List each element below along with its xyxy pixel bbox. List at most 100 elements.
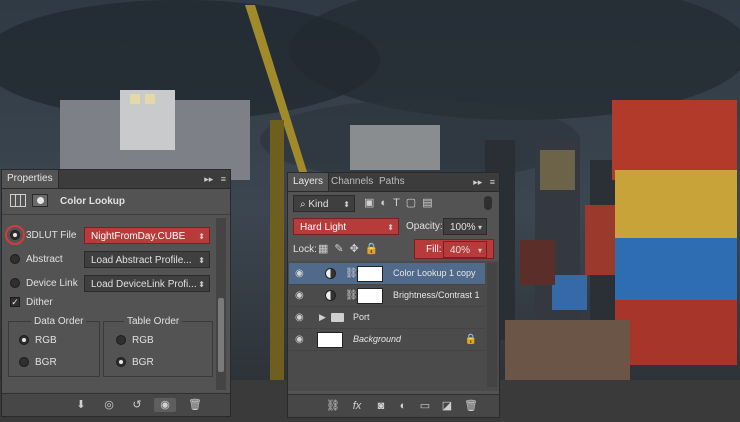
data-order-bgr-label: BGR [35, 357, 57, 368]
search-icon: ⌕ [300, 199, 306, 210]
lock-transparent-icon[interactable]: ▦ [318, 243, 334, 255]
radio-devicelink[interactable] [10, 278, 20, 288]
layer-row-background[interactable]: ◉ Background 🔒 [289, 329, 485, 351]
lock-pixels-icon[interactable]: ✎ [334, 243, 349, 255]
visibility-eye-icon[interactable]: ◉ [295, 312, 304, 323]
properties-tabbar: Properties ▸▸ ≡ [2, 170, 230, 189]
layer-name[interactable]: Brightness/Contrast 1 [393, 290, 480, 300]
visibility-eye-icon[interactable]: ◉ [295, 334, 304, 345]
shape-filter-icon[interactable]: ▢ [406, 197, 422, 209]
filter-kind-dropdown[interactable]: ⌕ Kind ⬍ [293, 195, 355, 212]
layer-mask-thumbnail[interactable] [357, 288, 383, 304]
lock-label: Lock: [293, 244, 317, 255]
new-group-icon[interactable]: ▭ [418, 399, 432, 413]
layer-name[interactable]: Background [353, 334, 401, 344]
layer-mask-thumbnail[interactable] [357, 266, 383, 282]
tab-properties[interactable]: Properties [2, 170, 59, 188]
chevron-down-icon: ▾ [477, 223, 482, 232]
link-chain-icon[interactable]: ⛓ [345, 290, 358, 301]
visibility-eye-icon[interactable]: ◉ [295, 268, 304, 279]
fill-value: 40% [450, 245, 471, 256]
grid-icon [10, 194, 26, 207]
add-mask-icon[interactable]: ◙ [374, 399, 388, 413]
table-order-bgr-radio[interactable] [116, 357, 126, 367]
view-previous-icon[interactable]: ◎ [102, 398, 116, 412]
devicelink-value: Load DeviceLink Profi... [91, 279, 197, 290]
layers-list: ◉ ⛓ Color Lookup 1 copy ◉ ⛓ Brightness/C… [288, 261, 499, 391]
type-filter-icon[interactable]: T [393, 197, 406, 209]
lock-icon: 🔒 [464, 334, 477, 345]
table-order-title: Table Order [124, 316, 183, 327]
fx-icon[interactable]: fx [350, 399, 364, 413]
filter-toggle[interactable] [484, 196, 492, 210]
trash-icon[interactable]: 🗑 [464, 399, 478, 413]
tab-layers[interactable]: Layers [288, 173, 330, 191]
data-order-rgb-radio[interactable] [19, 335, 29, 345]
filter-icons: ▣◐T▢▤ [364, 196, 439, 209]
lock-position-icon[interactable]: ✥ [350, 243, 365, 255]
pixel-filter-icon[interactable]: ▣ [364, 197, 380, 209]
blend-mode-dropdown[interactable]: Hard Light ⬍ [293, 218, 399, 235]
radio-abstract[interactable] [10, 254, 20, 264]
mask-icon[interactable] [32, 194, 48, 207]
panel-menu-icon[interactable]: ▸▸ ≡ [204, 170, 226, 188]
properties-title: Color Lookup [60, 196, 125, 207]
layer-row-port-group[interactable]: ◉ ▶ Port [289, 307, 485, 329]
abstract-dropdown[interactable]: Load Abstract Profile... ⬍ [84, 251, 210, 268]
table-order-group: Table Order RGB BGR [103, 316, 213, 377]
lock-icons: ▦✎✥🔒 [318, 242, 385, 255]
layer-name[interactable]: Color Lookup 1 copy [393, 268, 476, 278]
tab-channels[interactable]: Channels [326, 173, 378, 191]
tab-paths[interactable]: Paths [374, 173, 410, 191]
table-order-rgb-radio[interactable] [116, 335, 126, 345]
adjustment-layer-icon [325, 290, 336, 301]
divider [2, 214, 230, 215]
visibility-eye-icon[interactable]: ◉ [295, 290, 304, 301]
adjustment-filter-icon[interactable]: ◐ [380, 197, 393, 209]
chevron-updown-icon: ⬍ [198, 232, 205, 241]
visibility-eye-icon[interactable]: ◉ [154, 398, 176, 412]
devicelink-dropdown[interactable]: Load DeviceLink Profi... ⬍ [84, 275, 210, 292]
panel-menu-icon[interactable]: ▸▸ ≡ [473, 173, 495, 191]
expand-arrow-icon[interactable]: ▶ [319, 312, 326, 323]
opacity-input[interactable]: 100% ▾ [443, 218, 487, 235]
filter-kind-value: Kind [308, 199, 329, 210]
chevron-updown-icon: ⬍ [387, 223, 394, 232]
data-order-group: Data Order RGB BGR [8, 316, 100, 377]
properties-scrollbar[interactable] [216, 218, 226, 390]
properties-scroll-thumb[interactable] [218, 298, 224, 372]
chevron-down-icon: ▾ [477, 246, 482, 255]
clip-to-layer-icon[interactable]: ⬇ [74, 398, 88, 412]
layer-name[interactable]: Port [353, 312, 370, 322]
layers-scrollbar[interactable] [487, 263, 497, 387]
fill-input[interactable]: 40% ▾ [443, 241, 487, 258]
new-adjustment-icon[interactable]: ◐ [396, 399, 410, 413]
opacity-value: 100% [450, 222, 476, 233]
reset-icon[interactable]: ↺ [130, 398, 144, 412]
new-layer-icon[interactable]: ◪ [440, 399, 454, 413]
abstract-value: Load Abstract Profile... [91, 255, 192, 266]
link-chain-icon[interactable]: ⛓ [345, 268, 358, 279]
link-layers-icon[interactable]: ⛓ [326, 399, 340, 413]
layers-panel: Layers Channels Paths ▸▸ ≡ ⌕ Kind ⬍ ▣◐T▢▤… [287, 172, 500, 418]
3dlut-value: NightFromDay.CUBE [91, 231, 186, 242]
lock-all-icon[interactable]: 🔒 [365, 243, 385, 255]
table-order-bgr-label: BGR [132, 357, 154, 368]
label-devicelink: Device Link [26, 278, 78, 289]
fill-label: Fill: [426, 244, 442, 255]
properties-panel: Properties ▸▸ ≡ Color Lookup 3DLUT File … [1, 169, 231, 417]
layer-row-color-lookup-copy[interactable]: ◉ ⛓ Color Lookup 1 copy [289, 263, 485, 285]
dither-checkbox[interactable]: ✓ [10, 297, 20, 307]
radio-3dlut[interactable] [10, 230, 20, 240]
smart-filter-icon[interactable]: ▤ [422, 197, 438, 209]
data-order-title: Data Order [31, 316, 87, 327]
table-order-rgb-label: RGB [132, 335, 154, 346]
data-order-bgr-radio[interactable] [19, 357, 29, 367]
trash-icon[interactable]: 🗑 [188, 398, 202, 412]
3dlut-dropdown[interactable]: NightFromDay.CUBE ⬍ [84, 227, 210, 244]
blend-mode-value: Hard Light [300, 222, 347, 233]
layers-footer: ⛓ fx ◙ ◐ ▭ ◪ 🗑 [288, 394, 499, 417]
layer-row-brightness-contrast[interactable]: ◉ ⛓ Brightness/Contrast 1 [289, 285, 485, 307]
layer-thumbnail[interactable] [317, 332, 343, 348]
label-abstract: Abstract [26, 254, 63, 265]
